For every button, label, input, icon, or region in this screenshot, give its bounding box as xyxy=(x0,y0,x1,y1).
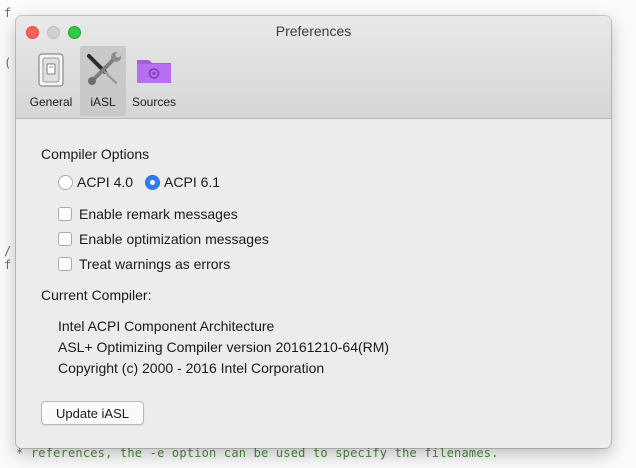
checkbox-label: Treat warnings as errors xyxy=(79,256,231,272)
background-gutter-mark: f xyxy=(4,258,12,272)
radio-label: ACPI 6.1 xyxy=(164,174,221,190)
folder-icon xyxy=(134,50,174,90)
checkbox[interactable] xyxy=(58,207,72,221)
radio-button[interactable] xyxy=(58,174,73,190)
compiler-info-line: ASL+ Optimizing Compiler version 2016121… xyxy=(58,339,390,355)
background-gutter-mark: ( xyxy=(4,56,12,70)
acpi-version-group: ACPI 4.0 ACPI 6.1 xyxy=(58,174,232,190)
tab-iasl[interactable]: iASL xyxy=(80,46,126,116)
tools-icon xyxy=(83,50,123,90)
title-bar: Preferences General iASL Sources xyxy=(16,16,611,119)
radio-acpi-6[interactable]: ACPI 6.1 xyxy=(145,174,220,190)
tab-general[interactable]: General xyxy=(22,46,80,116)
checkbox-label: Enable optimization messages xyxy=(79,231,269,247)
background-code-line: * references, the -e option can be used … xyxy=(16,446,499,460)
checkbox-optimization-messages[interactable]: Enable optimization messages xyxy=(58,231,269,247)
tab-general-label: General xyxy=(29,95,73,109)
tab-iasl-label: iASL xyxy=(90,95,116,109)
background-gutter-mark: f xyxy=(4,6,12,20)
checkbox[interactable] xyxy=(58,232,72,246)
background-gutter-mark: / xyxy=(4,244,12,258)
radio-label: ACPI 4.0 xyxy=(77,174,134,190)
compiler-info-line: Copyright (c) 2000 - 2016 Intel Corporat… xyxy=(58,360,325,376)
current-compiler-heading: Current Compiler: xyxy=(41,287,152,303)
radio-button-selected[interactable] xyxy=(145,174,161,190)
update-iasl-button[interactable]: Update iASL xyxy=(41,401,144,425)
checkbox[interactable] xyxy=(58,257,72,271)
compiler-info-line: Intel ACPI Component Architecture xyxy=(58,318,275,334)
checkbox-treat-warnings-errors[interactable]: Treat warnings as errors xyxy=(58,256,230,272)
tab-sources[interactable]: Sources xyxy=(126,46,182,116)
checkbox-label: Enable remark messages xyxy=(79,206,238,222)
preferences-toolbar: General iASL Sources xyxy=(22,46,182,116)
radio-acpi-4[interactable]: ACPI 4.0 xyxy=(58,174,133,190)
checkbox-remark-messages[interactable]: Enable remark messages xyxy=(58,206,238,222)
preferences-window: Preferences General iASL Sources Compile… xyxy=(16,16,611,448)
compiler-options-heading: Compiler Options xyxy=(41,146,150,162)
switch-icon xyxy=(31,50,71,90)
tab-sources-label: Sources xyxy=(131,95,177,109)
window-title: Preferences xyxy=(275,23,352,39)
